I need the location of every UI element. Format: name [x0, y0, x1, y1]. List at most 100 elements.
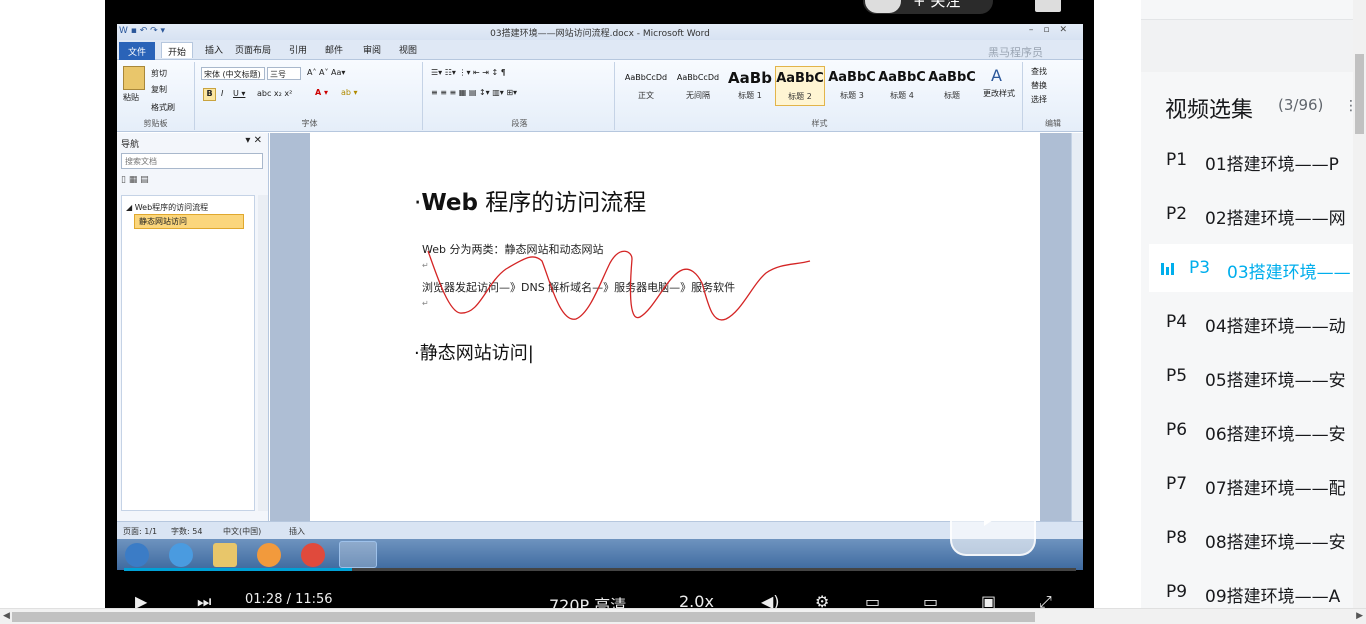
video-progress[interactable]	[124, 568, 1076, 571]
strike-sub-sup-buttons[interactable]: abc x₂ x²	[257, 89, 292, 98]
play-icon[interactable]: ▶	[135, 592, 147, 608]
paste-icon[interactable]	[123, 66, 145, 90]
italic-button[interactable]: I	[221, 89, 223, 98]
style-name: 标题 1	[738, 91, 762, 100]
ie-icon[interactable]	[169, 543, 193, 567]
episode-title: 07搭建环境——配	[1205, 479, 1346, 499]
progress-fill	[124, 568, 353, 571]
find-button[interactable]: 查找	[1031, 66, 1047, 77]
status-page: 页面: 1/1	[123, 527, 158, 536]
style-no-spacing[interactable]: AaBbCcDd 无间隔	[673, 66, 723, 106]
replace-button[interactable]: 替换	[1031, 80, 1047, 91]
episode-number: P2	[1166, 204, 1188, 224]
explorer-icon[interactable]	[213, 543, 237, 567]
scroll-right-icon[interactable]: ▶	[1356, 611, 1363, 621]
episode-item-active[interactable]: P3 03搭建环境——	[1149, 244, 1353, 292]
episode-item[interactable]: P1 01搭建环境——P	[1149, 136, 1353, 184]
change-styles-icon[interactable]: A	[991, 66, 1002, 85]
tab-insert[interactable]: 插入	[205, 43, 223, 59]
cut-button[interactable]: 剪切	[151, 68, 167, 79]
style-preview: AaBb	[728, 69, 772, 87]
scroll-left-icon[interactable]: ◀	[3, 611, 10, 621]
episode-item[interactable]: P7 07搭建环境——配	[1149, 460, 1353, 508]
status-bar: 页面: 1/1 字数: 54 中文(中国) 插入	[117, 521, 1083, 539]
volume-icon[interactable]: ◀)	[761, 592, 780, 608]
quality-button[interactable]: 720P 高清	[549, 592, 626, 608]
page-vertical-scrollbar[interactable]	[1353, 0, 1366, 608]
player-controls: ▶ ⏭ 01:28 / 11:56 720P 高清 2.0x ◀) ⚙ ▭ ▭ …	[105, 590, 1094, 608]
tab-mailings[interactable]: 邮件	[325, 43, 343, 59]
episode-item[interactable]: P8 08搭建环境——安	[1149, 514, 1353, 562]
episode-item[interactable]: P2 02搭建环境——网	[1149, 190, 1353, 238]
episode-item[interactable]: P4 04搭建环境——动	[1149, 298, 1353, 346]
episode-number: P9	[1166, 582, 1188, 602]
next-icon[interactable]: ⏭	[197, 592, 211, 608]
nav-scrollbar[interactable]	[258, 195, 268, 511]
format-painter-button[interactable]: 格式刷	[151, 102, 175, 113]
tab-file[interactable]: 文件	[119, 42, 155, 60]
font-size-select[interactable]: 三号	[267, 67, 301, 80]
follow-button[interactable]: + 关注	[863, 0, 993, 14]
fullscreen-icon[interactable]: ⤢	[1039, 592, 1052, 608]
tab-layout[interactable]: 页面布局	[235, 43, 271, 59]
highlight-button[interactable]: ab ▾	[341, 88, 358, 97]
list-buttons[interactable]: ☰▾ ☷▾ ⋮▾ ⇤ ⇥ ↕ ¶	[431, 68, 506, 77]
word-taskbar-icon[interactable]	[339, 541, 377, 568]
font-group-label: 字体	[301, 119, 318, 128]
episode-item[interactable]: P6 06搭建环境——安	[1149, 406, 1353, 454]
start-icon[interactable]	[125, 543, 149, 567]
document-page[interactable]: ·Web 程序的访问流程 Web 分为两类：静态网站和动态网站 ↵ 浏览器发起访…	[310, 133, 1040, 521]
page-horizontal-scrollbar[interactable]: ◀ ▶	[0, 608, 1366, 624]
return-mark: ↵	[422, 299, 429, 308]
style-heading-4[interactable]: AaBbC 标题 4	[877, 66, 927, 106]
nav-node-label: Web程序的访问流程	[134, 203, 209, 212]
chrome-icon[interactable]	[301, 543, 325, 567]
widescreen-icon[interactable]: ▭	[923, 592, 938, 608]
underline-button[interactable]: U ▾	[233, 89, 245, 98]
nav-view-buttons[interactable]: ▯ ▦ ▤	[121, 175, 149, 185]
chat-icon[interactable]	[1035, 0, 1061, 12]
tab-references[interactable]: 引用	[289, 43, 307, 59]
episode-title: 06搭建环境——安	[1205, 425, 1346, 445]
select-button[interactable]: 选择	[1031, 94, 1047, 105]
font-color-button[interactable]: A ▾	[315, 88, 328, 97]
episode-number: P6	[1166, 420, 1188, 440]
danmaku-play-icon[interactable]	[950, 470, 1036, 556]
document-scrollbar[interactable]	[1071, 133, 1083, 521]
episode-item[interactable]: P9 09搭建环境——A	[1149, 568, 1353, 608]
scrollbar-thumb[interactable]	[12, 612, 1035, 622]
status-language: 中文(中国)	[223, 527, 262, 536]
speed-button[interactable]: 2.0x	[679, 592, 714, 608]
nav-close-icon[interactable]: ▾ ✕	[245, 135, 262, 146]
style-heading-3[interactable]: AaBbC 标题 3	[827, 66, 877, 106]
style-title[interactable]: AaBbC 标题	[927, 66, 977, 106]
video-player[interactable]: + 关注 W ▪ ↶ ↷ ▾ 03搭建环境——网站访问流程.docx - Mic…	[105, 0, 1094, 608]
font-size-buttons[interactable]: A˄ A˅ Aa▾	[307, 68, 345, 77]
style-name: 标题 2	[788, 92, 812, 101]
style-normal[interactable]: AaBbCcDd 正文	[621, 66, 671, 106]
media-icon[interactable]	[257, 543, 281, 567]
episode-number: P7	[1166, 474, 1188, 494]
tab-review[interactable]: 审阅	[363, 43, 381, 59]
tab-home[interactable]: 开始	[161, 42, 194, 58]
style-heading-2[interactable]: AaBbC 标题 2	[775, 66, 825, 106]
align-buttons[interactable]: ≡ ≡ ≡ ▦ ▤ ↕▾ ▥▾ ⊞▾	[431, 88, 517, 97]
font-name-select[interactable]: 宋体 (中文标题)	[201, 67, 265, 80]
window-controls: –▫✕	[1028, 25, 1077, 35]
pip-icon[interactable]: ▭	[865, 592, 880, 608]
nav-search-input[interactable]: 搜索文档	[121, 153, 263, 169]
playlist-title: 视频选集	[1165, 98, 1254, 123]
settings-icon[interactable]: ⚙	[815, 592, 829, 608]
scrollbar-thumb[interactable]	[1355, 54, 1364, 134]
nav-node-heading1[interactable]: ◢ Web程序的访问流程	[126, 202, 208, 213]
style-heading-1[interactable]: AaBb 标题 1	[725, 66, 775, 106]
uploader-avatar	[865, 0, 901, 13]
episode-number: P8	[1166, 528, 1188, 548]
status-words: 字数: 54	[171, 527, 203, 536]
nav-node-heading2[interactable]: 静态网站访问	[134, 214, 244, 229]
episode-item[interactable]: P5 05搭建环境——安	[1149, 352, 1353, 400]
bold-button[interactable]: B	[203, 88, 216, 101]
copy-button[interactable]: 复制	[151, 84, 167, 95]
tab-view[interactable]: 视图	[399, 43, 417, 59]
webfullscreen-icon[interactable]: ▣	[981, 592, 996, 608]
